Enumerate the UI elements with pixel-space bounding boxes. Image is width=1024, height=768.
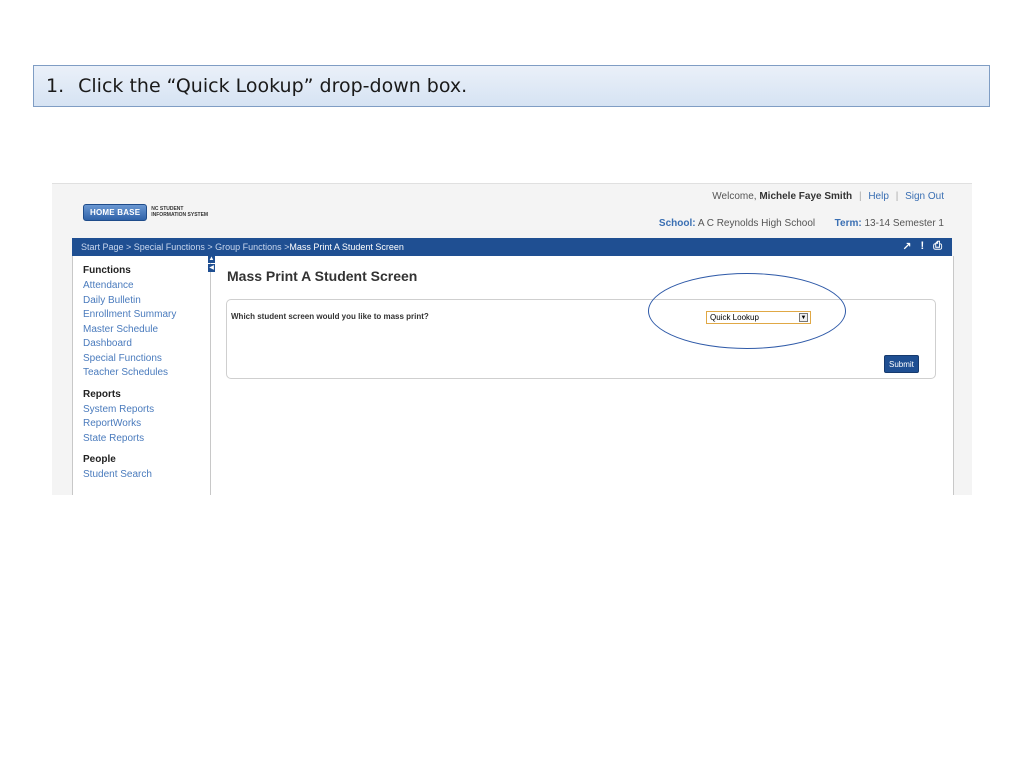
sidebar-item-system-reports[interactable]: System Reports [83, 403, 210, 418]
link-icon[interactable]: ↗ [902, 240, 911, 253]
sidebar: Functions Attendance Daily Bulletin Enro… [73, 256, 211, 495]
sidebar-group-functions: Functions Attendance Daily Bulletin Enro… [83, 265, 210, 381]
sidebar-heading: People [83, 454, 116, 465]
instruction-number: 1. [46, 75, 65, 97]
chevron-down-icon[interactable]: ▼ [799, 313, 808, 322]
logo-line-2: INFORMATION SYSTEM [151, 212, 209, 218]
sidebar-item-state-reports[interactable]: State Reports [83, 432, 210, 447]
term-value[interactable]: 13-14 Semester 1 [865, 218, 945, 229]
breadcrumb-tools: ↗ ! ⎙ [902, 240, 942, 253]
sidebar-group-people: People Student Search [83, 454, 210, 483]
sidebar-item-special-functions[interactable]: Special Functions [83, 352, 210, 367]
divider: | [858, 191, 862, 202]
sidebar-item-teacher-schedules[interactable]: Teacher Schedules [83, 366, 210, 381]
collapse-left-icon[interactable]: ◀ [208, 264, 215, 272]
content-area: Functions Attendance Daily Bulletin Enro… [72, 255, 954, 495]
alert-icon[interactable]: ! [921, 240, 925, 253]
top-header: HOME BASE NC STUDENT INFORMATION SYSTEM … [52, 184, 972, 240]
sidebar-item-daily-bulletin[interactable]: Daily Bulletin [83, 294, 210, 309]
help-link[interactable]: Help [868, 191, 889, 202]
submit-button[interactable]: Submit [884, 355, 919, 373]
collapse-up-icon[interactable]: ▲ [208, 255, 215, 263]
student-screen-select[interactable]: Quick Lookup ▼ [706, 311, 811, 324]
select-value: Quick Lookup [710, 313, 759, 322]
page-title: Mass Print A Student Screen [227, 268, 418, 284]
print-icon[interactable]: ⎙ [933, 240, 942, 253]
breadcrumb-path[interactable]: Start Page > Special Functions > Group F… [81, 242, 289, 252]
sidebar-collapse-controls: ▲ ◀ [208, 255, 215, 273]
sidebar-item-dashboard[interactable]: Dashboard [83, 337, 210, 352]
mass-print-form: Which student screen would you like to m… [226, 299, 936, 379]
user-name: Michele Faye Smith [759, 191, 853, 202]
sidebar-group-reports: Reports System Reports ReportWorks State… [83, 389, 210, 447]
sidebar-item-student-search[interactable]: Student Search [83, 468, 210, 483]
logo-badge: HOME BASE [83, 203, 148, 221]
main-panel: Mass Print A Student Screen Which studen… [226, 256, 947, 495]
instruction-text: Click the “Quick Lookup” drop-down box. [78, 75, 468, 97]
sidebar-item-master-schedule[interactable]: Master Schedule [83, 323, 210, 338]
welcome-line: Welcome, Michele Faye Smith | Help | Sig… [712, 191, 944, 202]
breadcrumb: Start Page > Special Functions > Group F… [72, 238, 952, 256]
logo-subtitle: NC STUDENT INFORMATION SYSTEM [151, 206, 208, 218]
school-value[interactable]: A C Reynolds High School [698, 218, 815, 229]
sidebar-item-enrollment-summary[interactable]: Enrollment Summary [83, 308, 210, 323]
school-term-line: School: A C Reynolds High School Term: 1… [659, 218, 944, 229]
breadcrumb-current: Mass Print A Student Screen [289, 242, 404, 252]
home-base-logo[interactable]: HOME BASE NC STUDENT INFORMATION SYSTEM [83, 203, 208, 221]
school-label: School: [658, 218, 696, 229]
sidebar-item-attendance[interactable]: Attendance [83, 279, 210, 294]
instruction-banner: 1. Click the “Quick Lookup” drop-down bo… [33, 65, 990, 107]
sidebar-heading: Functions [83, 265, 131, 276]
question-label: Which student screen would you like to m… [231, 312, 429, 321]
sign-out-link[interactable]: Sign Out [905, 191, 944, 202]
divider: | [895, 191, 899, 202]
sidebar-item-reportworks[interactable]: ReportWorks [83, 417, 210, 432]
welcome-prefix: Welcome, [712, 191, 757, 202]
app-screenshot: HOME BASE NC STUDENT INFORMATION SYSTEM … [52, 183, 972, 495]
sidebar-heading: Reports [83, 388, 121, 400]
term-label: Term: [834, 218, 862, 229]
